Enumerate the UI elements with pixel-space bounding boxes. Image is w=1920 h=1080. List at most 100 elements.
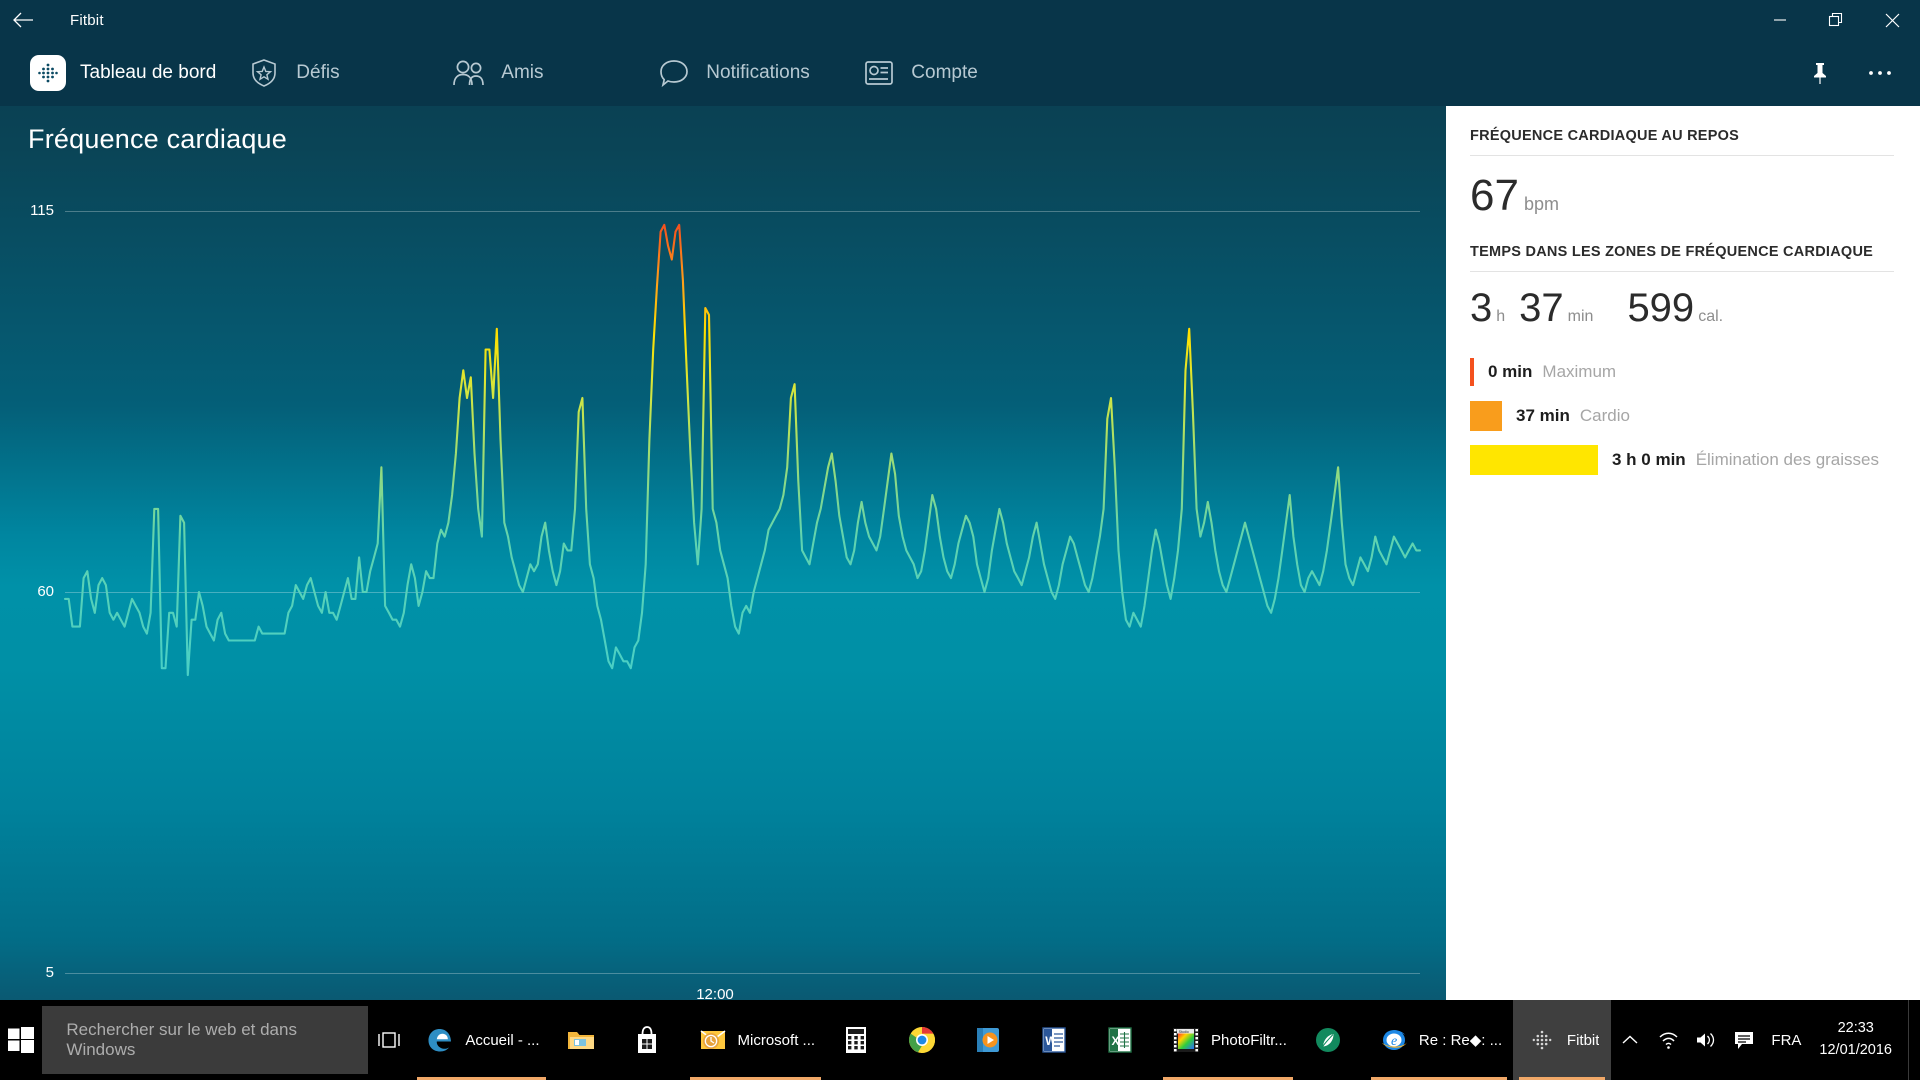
system-tray: FRA 22:33 12/01/2016 [1611, 1000, 1920, 1080]
leaf-icon [1311, 1023, 1345, 1057]
show-desktop-button[interactable] [1908, 1000, 1916, 1080]
taskbar-item-label: PhotoFiltr... [1211, 1031, 1287, 1049]
media-player-icon [971, 1023, 1005, 1057]
taskbar-item-word[interactable]: W [1025, 1000, 1091, 1080]
shield-star-icon [246, 55, 282, 91]
volume-button[interactable] [1687, 1000, 1725, 1080]
nav-label-challenges: Défis [296, 62, 340, 83]
start-button[interactable] [0, 1000, 42, 1080]
nav-item-challenges[interactable]: Défis [216, 40, 421, 106]
taskbar-item-label: Fitbit [1566, 1031, 1600, 1049]
restore-button[interactable] [1808, 0, 1864, 40]
show-hidden-icons-chevron [1622, 1035, 1638, 1044]
taskbar-item-chrome[interactable] [893, 1000, 959, 1080]
fitbit-dots-icon [30, 55, 66, 91]
zone-color-swatch [1470, 445, 1598, 475]
taskbar-item-leaf-app[interactable] [1299, 1000, 1365, 1080]
nav-label-dashboard: Tableau de bord [80, 62, 217, 83]
taskbar-item-store[interactable] [618, 1000, 684, 1080]
fitbit-dots-icon [1525, 1023, 1559, 1057]
zones-heading: TEMPS DANS LES ZONES DE FRÉQUENCE CARDIA… [1470, 244, 1874, 260]
more-button[interactable] [1850, 45, 1910, 101]
nav-label-account: Compte [911, 62, 978, 83]
app-title: Fitbit [70, 11, 104, 29]
taskbar-item-excel[interactable]: X [1091, 1000, 1157, 1080]
language-indicator[interactable]: FRA [1763, 1032, 1815, 1049]
heart-rate-line-chart [63, 223, 1422, 677]
wifi-button[interactable] [1649, 1000, 1687, 1080]
taskbar-item-outlook[interactable]: Microsoft ... [684, 1000, 828, 1080]
zone-list: 0 min Maximum 37 min Cardio 3 h 0 min Él… [1470, 350, 1894, 482]
minimize-button[interactable] [1752, 0, 1808, 40]
zone-color-swatch [1470, 358, 1474, 386]
zones-total-minutes: 37 [1519, 286, 1564, 330]
taskbar-clock[interactable]: 22:33 12/01/2016 [1815, 1018, 1908, 1062]
restore-icon [1828, 12, 1843, 27]
zone-name: Élimination des graisses [1695, 450, 1879, 469]
internet-explorer-icon: e [1377, 1023, 1411, 1057]
show-hidden-icons-button[interactable] [1611, 1000, 1649, 1080]
resting-hr-heading: FRÉQUENCE CARDIAQUE AU REPOS [1470, 128, 1740, 144]
windows-start-icon [8, 1027, 35, 1053]
svg-text:e: e [1391, 1034, 1397, 1049]
taskbar-item-edge[interactable]: Accueil - ... [411, 1000, 551, 1080]
nav-item-dashboard[interactable]: Tableau de bord [0, 40, 216, 106]
taskbar-item-photofiltre[interactable]: Studio PhotoFiltr... [1157, 1000, 1299, 1080]
search-placeholder: Rechercher sur le web et dans Windows [66, 1020, 297, 1059]
zone-time: 0 min [1488, 362, 1533, 381]
stats-side-panel: FRÉQUENCE CARDIAQUE AU REPOS 67 bpm TEMP… [1446, 106, 1920, 1000]
friends-icon [451, 55, 487, 91]
zones-total-hours: 3 [1470, 286, 1493, 330]
clock-date: 12/01/2016 [1819, 1042, 1892, 1058]
zones-calories: 599 [1627, 286, 1695, 330]
zone-row: 0 min Maximum [1470, 350, 1894, 394]
taskbar-item-media-player[interactable] [959, 1000, 1025, 1080]
file-explorer-icon [564, 1023, 598, 1057]
photofiltre-icon: Studio [1169, 1023, 1203, 1057]
svg-text:X: X [1112, 1034, 1120, 1048]
heart-rate-chart-pane: Fréquence cardiaque 115 60 5 12:00 [0, 106, 1446, 1000]
task-view-icon [378, 1032, 401, 1048]
calculator-icon [839, 1023, 873, 1057]
nav-item-friends[interactable]: Amis [421, 40, 626, 106]
taskbar-item-label: Microsoft ... [737, 1031, 816, 1049]
excel-icon: X [1103, 1023, 1137, 1057]
speech-bubble-icon [656, 55, 692, 91]
nav-item-notifications[interactable]: Notifications [626, 40, 831, 106]
task-view-button[interactable] [368, 1000, 412, 1080]
taskbar-item-file-explorer[interactable] [552, 1000, 618, 1080]
taskbar-item-fitbit[interactable]: Fitbit [1512, 1000, 1612, 1080]
nav-actions [1790, 40, 1910, 106]
resting-hr-value-row: 67 bpm [1470, 156, 1894, 244]
main-navigation: Tableau de bord Défis Amis Notifications… [0, 40, 1920, 106]
action-center-icon [1735, 1032, 1754, 1049]
account-card-icon [861, 55, 897, 91]
title-bar: Fitbit [0, 0, 1920, 40]
zones-total-hours-unit: h [1496, 308, 1506, 325]
windows-taskbar: Rechercher sur le web et dans Windows Ac… [0, 1000, 1920, 1080]
windows-store-icon [630, 1023, 664, 1057]
taskbar-item-internet-explorer[interactable]: e Re : Re◆: ... [1365, 1000, 1513, 1080]
close-icon [1885, 13, 1899, 27]
pin-button[interactable] [1790, 45, 1850, 101]
more-ellipsis-icon [1869, 71, 1891, 75]
wifi-icon [1659, 1032, 1678, 1049]
minimize-icon [1774, 19, 1786, 21]
taskbar-item-calculator[interactable] [827, 1000, 893, 1080]
zone-time: 3 h 0 min [1612, 450, 1686, 469]
outlook-icon [696, 1023, 730, 1057]
svg-text:Studio: Studio [1179, 1030, 1189, 1034]
volume-icon [1697, 1033, 1715, 1047]
action-center-button[interactable] [1725, 1000, 1763, 1080]
close-button[interactable] [1864, 0, 1920, 40]
nav-label-friends: Amis [501, 62, 544, 83]
content-area: Fréquence cardiaque 115 60 5 12:00 FRÉQU… [0, 106, 1920, 1000]
back-button[interactable] [0, 0, 46, 40]
taskbar-item-label: Re : Re◆: ... [1418, 1032, 1501, 1049]
clock-time: 22:33 [1837, 1020, 1874, 1037]
word-icon: W [1037, 1023, 1071, 1057]
taskbar-search-input[interactable]: Rechercher sur le web et dans Windows [42, 1006, 368, 1074]
nav-label-notifications: Notifications [706, 62, 810, 83]
zone-color-swatch [1470, 401, 1502, 431]
nav-item-account[interactable]: Compte [831, 40, 1036, 106]
